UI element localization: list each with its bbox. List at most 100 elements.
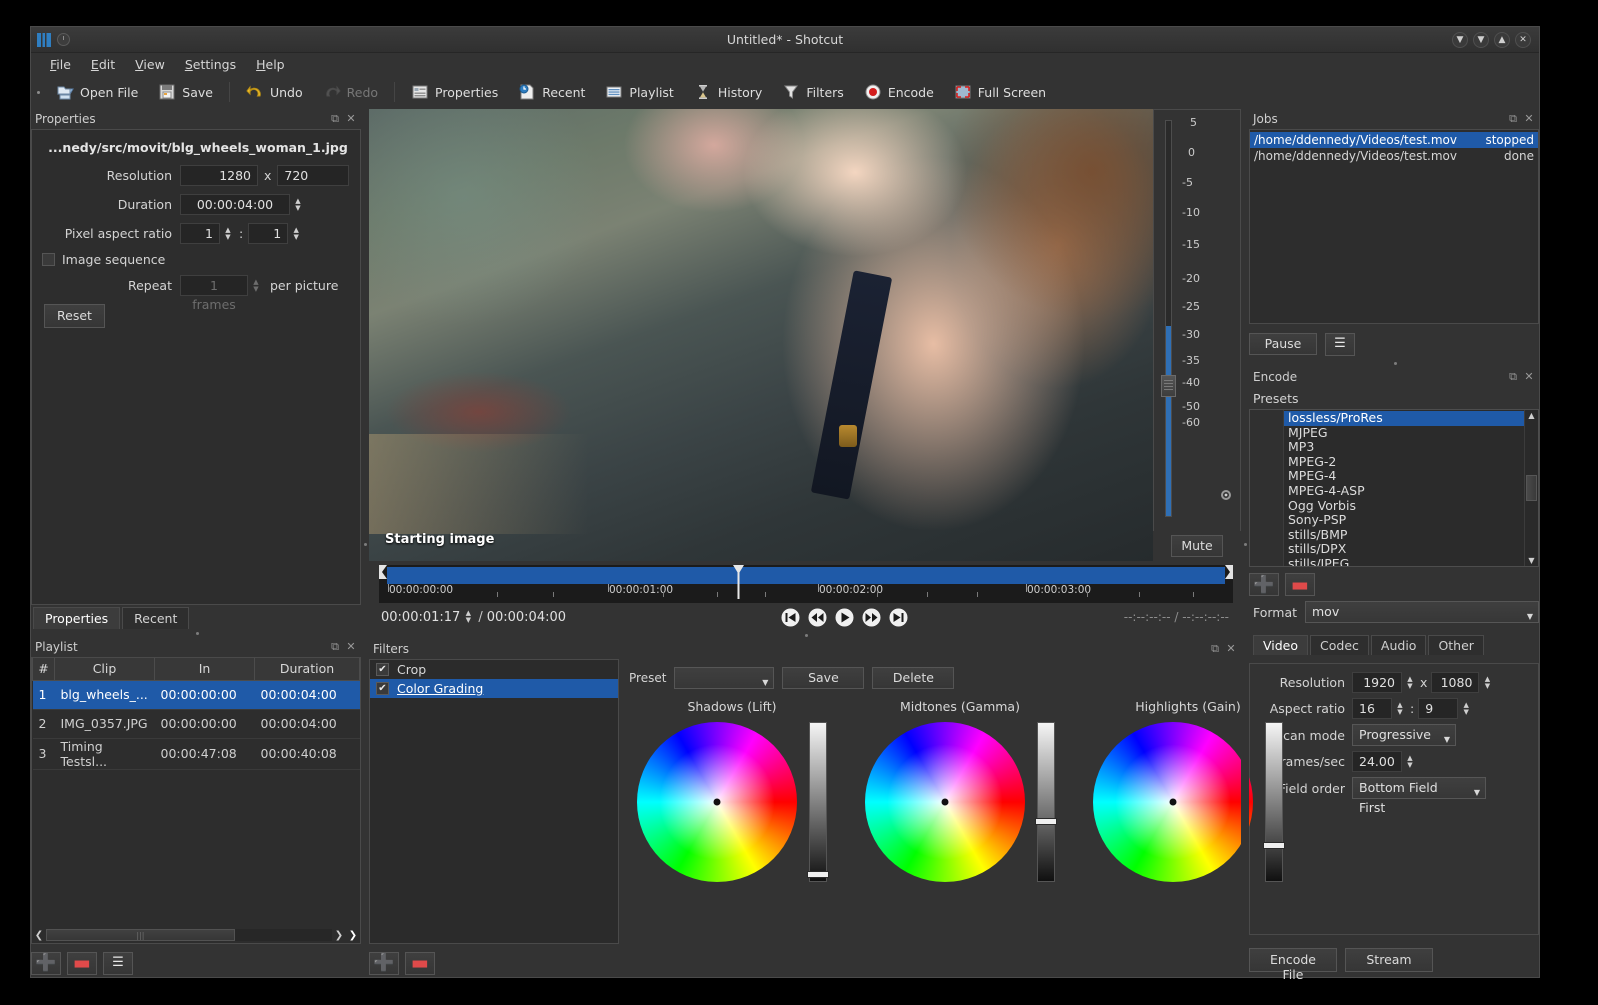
jobs-close-button[interactable]: ✕ xyxy=(1521,111,1537,127)
list-item[interactable]: ✔ Color Grading xyxy=(370,679,618,698)
toolbar-properties[interactable]: Properties xyxy=(403,80,506,104)
tab-recent[interactable]: Recent xyxy=(122,607,190,629)
midtones-level-slider[interactable] xyxy=(1035,722,1057,882)
par-den-input[interactable]: 1 xyxy=(248,223,289,244)
filters-close-button[interactable]: ✕ xyxy=(1223,641,1239,657)
shadows-level-slider[interactable] xyxy=(807,722,829,882)
filter-add-button[interactable]: ➕ xyxy=(369,951,399,975)
list-item[interactable]: /home/ddennedy/Videos/test.mov done xyxy=(1250,148,1538,164)
par-den-spinner[interactable]: ▲ ▼ xyxy=(290,224,302,244)
rewind-icon[interactable] xyxy=(808,608,827,627)
shadows-color-wheel[interactable] xyxy=(637,722,797,882)
properties-close-button[interactable]: ✕ xyxy=(343,111,359,127)
toolbar-open-file[interactable]: Open File xyxy=(48,80,146,104)
encode-aspect-den-input[interactable]: 9 xyxy=(1418,698,1459,719)
encode-close-button[interactable]: ✕ xyxy=(1521,369,1537,385)
filter-checkbox[interactable]: ✔ xyxy=(376,682,389,695)
playlist-float-button[interactable]: ⧉ xyxy=(327,639,343,655)
audio-volume-handle[interactable] xyxy=(1161,375,1176,398)
mute-button[interactable]: Mute xyxy=(1171,535,1223,557)
filters-float-button[interactable]: ⧉ xyxy=(1207,641,1223,657)
filter-checkbox[interactable]: ✔ xyxy=(376,663,389,676)
close-button[interactable]: ✕ xyxy=(1515,31,1531,48)
scroll-thumb[interactable] xyxy=(46,929,235,941)
toolbar-playlist[interactable]: Playlist xyxy=(597,80,681,104)
list-item[interactable]: MPEG-4 xyxy=(1284,469,1524,484)
highlights-wheel-handle[interactable] xyxy=(1169,798,1177,806)
resolution-width-input[interactable]: 1280 xyxy=(180,165,258,186)
presets-vertical-scrollbar[interactable]: ▲ ▼ xyxy=(1524,410,1538,566)
highlights-level-slider[interactable] xyxy=(1263,722,1285,882)
list-item[interactable]: MJPEG xyxy=(1284,425,1524,441)
jobs-menu-button[interactable]: ☰ xyxy=(1325,332,1355,356)
tab-video[interactable]: Video xyxy=(1253,635,1309,655)
list-item[interactable]: MPEG-2 xyxy=(1284,454,1524,470)
menu-edit[interactable]: Edit xyxy=(82,55,124,74)
encode-field-combobox[interactable]: Bottom Field First xyxy=(1352,777,1486,815)
window-menu-icon[interactable] xyxy=(57,33,70,46)
list-item[interactable]: Sony-PSP xyxy=(1284,513,1524,528)
list-item[interactable]: stills/JPEG xyxy=(1284,556,1524,566)
jobs-float-button[interactable]: ⧉ xyxy=(1505,111,1521,127)
preset-add-button[interactable]: ➕ xyxy=(1249,573,1279,596)
toolbar-save[interactable]: Save xyxy=(150,80,221,104)
right-splitter[interactable] xyxy=(1249,359,1539,367)
duration-spinner[interactable]: ▲ ▼ xyxy=(292,195,304,215)
scroll-down-icon[interactable]: ▼ xyxy=(1528,556,1534,565)
shadows-slider-knob[interactable] xyxy=(807,870,829,878)
preset-save-button[interactable]: Save xyxy=(782,667,865,689)
midtones-slider-knob[interactable] xyxy=(1035,818,1057,825)
encode-fps-input[interactable]: 24.00 xyxy=(1352,751,1402,772)
preset-delete-button[interactable]: Delete xyxy=(872,667,955,689)
scroll-left-icon[interactable]: ❮ xyxy=(32,930,46,941)
filter-list[interactable]: ✔ Crop ✔ Color Grading xyxy=(369,659,619,944)
list-item[interactable]: stills/DPX xyxy=(1284,542,1524,557)
audio-settings-icon[interactable] xyxy=(1218,487,1234,503)
col-num[interactable]: # xyxy=(32,658,55,681)
left-splitter[interactable] xyxy=(31,629,361,637)
toolbar-undo[interactable]: Undo xyxy=(238,80,311,104)
encode-float-button[interactable]: ⧉ xyxy=(1505,369,1521,385)
center-right-splitter[interactable] xyxy=(1241,109,1249,977)
col-in[interactable]: In xyxy=(154,658,255,681)
par-num-input[interactable]: 1 xyxy=(180,223,220,244)
fast-forward-icon[interactable] xyxy=(862,608,881,627)
encode-scan-combobox[interactable]: Progressive xyxy=(1352,724,1456,750)
center-splitter[interactable] xyxy=(369,631,1241,639)
toolbar-recent[interactable]: Recent xyxy=(510,80,593,104)
playlist-horizontal-scrollbar[interactable]: ❮ ❯ ❯ xyxy=(32,927,360,943)
toolbar-encode[interactable]: Encode xyxy=(856,80,942,104)
playlist-add-button[interactable]: ➕ xyxy=(31,951,61,975)
highlights-color-wheel[interactable] xyxy=(1093,722,1253,882)
playlist-remove-button[interactable]: ▬ xyxy=(67,951,97,975)
highlights-slider-knob[interactable] xyxy=(1263,842,1285,849)
list-item[interactable]: stills/BMP xyxy=(1284,527,1524,543)
list-item[interactable]: MP3 xyxy=(1284,440,1524,455)
preset-remove-button[interactable]: ▬ xyxy=(1285,573,1315,596)
preset-combobox[interactable] xyxy=(674,667,775,693)
encode-file-button[interactable]: Encode File xyxy=(1249,948,1337,982)
format-combobox[interactable]: mov xyxy=(1305,601,1539,627)
encode-fps-spinner[interactable]: ▲ ▼ xyxy=(1404,752,1416,772)
toolbar-drag-handle[interactable] xyxy=(37,90,40,94)
col-clip[interactable]: Clip xyxy=(54,658,155,681)
encode-aspect-num-spinner[interactable]: ▲ ▼ xyxy=(1394,699,1406,719)
table-row[interactable]: 1 blg_wheels_... 00:00:00:00 00:00:04:00 xyxy=(32,680,360,710)
scroll-track[interactable] xyxy=(46,929,332,941)
skip-to-start-icon[interactable] xyxy=(781,608,800,627)
left-center-splitter[interactable] xyxy=(361,109,369,977)
encode-height-spinner[interactable]: ▲ ▼ xyxy=(1481,673,1493,693)
position-spinner[interactable]: ▲ ▼ xyxy=(462,607,474,627)
tab-audio[interactable]: Audio xyxy=(1370,635,1427,655)
list-item[interactable]: MPEG-4-ASP xyxy=(1284,483,1524,499)
menu-file[interactable]: File xyxy=(41,55,80,74)
encode-width-input[interactable]: 1920 xyxy=(1352,672,1402,693)
list-item[interactable]: lossless/ProRes xyxy=(1284,410,1524,426)
image-sequence-checkbox[interactable] xyxy=(42,253,55,266)
minimize-button[interactable]: ▼ xyxy=(1452,31,1468,48)
timeline-selection-bar[interactable] xyxy=(387,567,1225,584)
properties-float-button[interactable]: ⧉ xyxy=(327,111,343,127)
scroll-thumb[interactable] xyxy=(1526,475,1537,501)
skip-to-end-icon[interactable] xyxy=(889,608,908,627)
col-duration[interactable]: Duration xyxy=(254,658,360,681)
